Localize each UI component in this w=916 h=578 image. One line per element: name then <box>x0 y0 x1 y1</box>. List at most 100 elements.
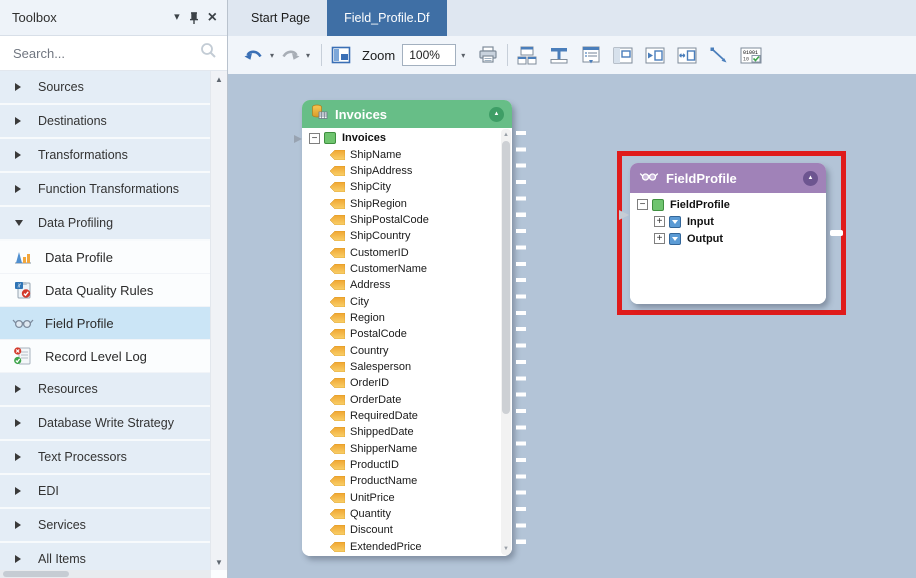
toolbox-category-row[interactable]: Data Profiling <box>0 207 210 241</box>
field-name: Address <box>350 279 390 291</box>
collapse-node-button[interactable]: ▲ <box>803 171 818 186</box>
toolbox-category-row[interactable]: Destinations <box>0 105 210 139</box>
category-label: Data Profiling <box>38 216 113 230</box>
invoices-field-list: ShipName ShipAddress ShipCity ShipRegion <box>309 146 498 555</box>
toolbox-item-data-profile[interactable]: Data Profile <box>0 241 210 274</box>
field-tag-icon <box>330 411 345 421</box>
expand-all-items-button[interactable] <box>579 42 603 68</box>
toolbox-horizontal-scrollbar[interactable] <box>0 570 211 578</box>
field-row[interactable]: ShipRegion <box>309 195 498 211</box>
field-tag-icon <box>330 427 345 437</box>
expand-node-button[interactable] <box>643 42 667 68</box>
scrollbar-thumb[interactable] <box>502 141 510 414</box>
field-profile-output-port[interactable] <box>830 230 843 236</box>
field-row[interactable]: Discount <box>309 522 498 538</box>
zoom-dropdown-icon[interactable]: ▾ <box>456 44 470 66</box>
undo-button[interactable] <box>242 42 266 68</box>
invoices-input-port[interactable] <box>294 135 302 143</box>
toolbox-vertical-scrollbar[interactable]: ▲ ▼ <box>210 71 227 570</box>
invoices-output-ports[interactable] <box>516 131 526 555</box>
field-row[interactable]: ShipPostalCode <box>309 212 498 228</box>
field-row[interactable]: ExtendedPrice <box>309 539 498 555</box>
field-row[interactable]: ShipCity <box>309 179 498 195</box>
toolbar-separator <box>321 44 322 66</box>
field-row[interactable]: OrderDate <box>309 392 498 408</box>
field-profile-input-port[interactable] <box>619 210 629 220</box>
tree-root-row[interactable]: − FieldProfile <box>637 196 818 213</box>
search-input[interactable] <box>13 46 200 61</box>
resize-node-button[interactable] <box>675 42 699 68</box>
field-row[interactable]: CustomerName <box>309 261 498 277</box>
diagram-preview-button[interactable] <box>329 42 353 68</box>
field-row[interactable]: ShipName <box>309 146 498 162</box>
print-button[interactable] <box>476 42 500 68</box>
scrollbar-thumb[interactable] <box>3 571 69 577</box>
field-name: City <box>350 296 369 308</box>
redo-button[interactable] <box>278 42 302 68</box>
field-row[interactable]: UnitPrice <box>309 490 498 506</box>
expand-toggle[interactable]: + <box>654 233 665 244</box>
field-row[interactable]: ShippedDate <box>309 424 498 440</box>
pin-icon[interactable] <box>189 12 199 24</box>
expand-toggle[interactable]: + <box>654 216 665 227</box>
field-row[interactable]: ShipCountry <box>309 228 498 244</box>
field-row[interactable]: OrderID <box>309 375 498 391</box>
toolbox-category-row[interactable]: Resources <box>0 373 210 407</box>
toolbox-category-row[interactable]: Sources <box>0 71 210 105</box>
auto-layout-button[interactable] <box>515 42 539 68</box>
field-row[interactable]: ShipperName <box>309 441 498 457</box>
field-row[interactable]: Country <box>309 342 498 358</box>
field-row[interactable]: ProductID <box>309 457 498 473</box>
scroll-down-icon[interactable]: ▼ <box>211 554 227 570</box>
field-row[interactable]: Region <box>309 310 498 326</box>
search-icon[interactable] <box>200 42 217 64</box>
collapse-toggle[interactable]: − <box>637 199 648 210</box>
redo-dropdown-icon[interactable]: ▾ <box>302 42 314 68</box>
collapse-node-button[interactable]: ▲ <box>489 107 504 122</box>
toolbox-category-row[interactable]: Text Processors <box>0 441 210 475</box>
field-row[interactable]: RequiredDate <box>309 408 498 424</box>
field-row[interactable]: CustomerID <box>309 244 498 260</box>
category-label: Database Write Strategy <box>38 416 174 430</box>
tab-field-profile-df[interactable]: Field_Profile.Df <box>327 0 446 36</box>
tab-start-page[interactable]: Start Page <box>234 0 327 36</box>
toolbox-item-field-profile[interactable]: Field Profile <box>0 307 210 340</box>
preview-data-button[interactable]: 0100110 <box>739 42 763 68</box>
tree-child-row[interactable]: + Input <box>637 213 818 230</box>
collapse-toggle[interactable]: − <box>309 133 320 144</box>
window-menu-chevron-icon[interactable]: ▾ <box>174 12 180 23</box>
toolbox-category-row[interactable]: Function Transformations <box>0 173 210 207</box>
expand-arrow-icon <box>15 487 21 495</box>
invoices-node[interactable]: Invoices ▲ − Invoices ShipName <box>302 100 512 556</box>
zoom-select[interactable]: 100% <box>402 44 456 66</box>
field-row[interactable]: PostalCode <box>309 326 498 342</box>
dataflow-canvas[interactable]: Invoices ▲ − Invoices ShipName <box>228 74 916 578</box>
scroll-down-icon[interactable]: ▼ <box>501 544 511 554</box>
draw-link-button[interactable] <box>707 42 731 68</box>
field-profile-node-header[interactable]: FieldProfile ▲ <box>630 163 826 193</box>
tree-root-row[interactable]: − Invoices <box>309 130 498 146</box>
undo-dropdown-icon[interactable]: ▾ <box>266 42 278 68</box>
scroll-up-icon[interactable]: ▲ <box>501 130 511 140</box>
invoices-node-header[interactable]: Invoices ▲ <box>302 100 512 128</box>
field-row[interactable]: ShipAddress <box>309 163 498 179</box>
field-row[interactable]: City <box>309 293 498 309</box>
field-row[interactable]: Quantity <box>309 506 498 522</box>
field-row[interactable]: ProductName <box>309 473 498 489</box>
tree-layout-button[interactable] <box>547 42 571 68</box>
toolbox-category-row[interactable]: Transformations <box>0 139 210 173</box>
field-row[interactable]: Address <box>309 277 498 293</box>
dock-properties-button[interactable] <box>611 42 635 68</box>
close-icon[interactable]: × <box>208 10 217 26</box>
tree-child-row[interactable]: + Output <box>637 230 818 247</box>
field-profile-node[interactable]: FieldProfile ▲ − FieldProfile + <box>630 163 826 304</box>
field-row[interactable]: Salesperson <box>309 359 498 375</box>
toolbox-category-row[interactable]: EDI <box>0 475 210 509</box>
scroll-up-icon[interactable]: ▲ <box>211 71 227 87</box>
toolbox-item-data-quality-rules[interactable]: if Data Quality Rules <box>0 274 210 307</box>
toolbox-item-record-level-log[interactable]: Record Level Log <box>0 340 210 373</box>
toolbox-category-row[interactable]: Services <box>0 509 210 543</box>
field-name: ExtendedPrice <box>350 541 422 553</box>
node-vertical-scrollbar[interactable]: ▲ ▼ <box>501 129 511 555</box>
toolbox-category-row[interactable]: Database Write Strategy <box>0 407 210 441</box>
